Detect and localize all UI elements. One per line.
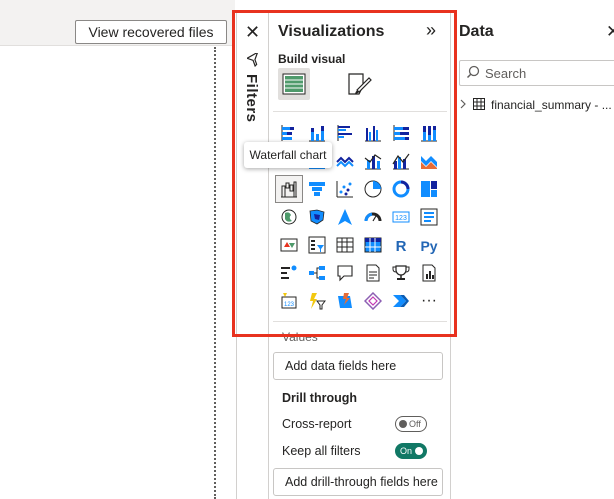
- line-and-stacked-column-chart-icon[interactable]: [360, 148, 386, 174]
- toggle-knob: [415, 447, 423, 455]
- data-search-input[interactable]: Search: [459, 60, 614, 86]
- collapse-pane-icon[interactable]: »: [426, 20, 436, 41]
- clustered-column-chart-icon[interactable]: [360, 120, 386, 146]
- cross-report-label: Cross-report: [282, 417, 352, 431]
- 100-stacked-column-chart-icon[interactable]: [416, 120, 442, 146]
- cross-report-toggle[interactable]: Off: [395, 416, 427, 432]
- more-visuals-icon[interactable]: ···: [416, 288, 442, 314]
- decomposition-tree-icon[interactable]: [304, 260, 330, 286]
- format-visual-button[interactable]: [345, 70, 373, 98]
- power-apps-icon[interactable]: [332, 288, 358, 314]
- filter-icon: [245, 50, 261, 70]
- chevron-right-icon[interactable]: [459, 98, 467, 113]
- map-icon[interactable]: [276, 204, 302, 230]
- slicer-icon[interactable]: [304, 232, 330, 258]
- view-recovered-files-button[interactable]: View recovered files: [75, 20, 227, 44]
- stacked-area-chart-icon[interactable]: [332, 148, 358, 174]
- smart-narrative-icon[interactable]: [360, 260, 386, 286]
- qna-icon[interactable]: [332, 260, 358, 286]
- treemap-icon[interactable]: [416, 176, 442, 202]
- key-influencers-icon[interactable]: [276, 260, 302, 286]
- card-icon[interactable]: 123: [388, 204, 414, 230]
- slicer-filter-icon[interactable]: [304, 288, 330, 314]
- values-drop-zone[interactable]: Add data fields here: [273, 352, 443, 380]
- data-pane: Data ✕ Search financial_summary - ...: [450, 10, 614, 499]
- diamond-visual-icon[interactable]: [360, 288, 386, 314]
- donut-chart-icon[interactable]: [388, 176, 414, 202]
- scatter-chart-icon[interactable]: [332, 176, 358, 202]
- gauge-icon[interactable]: [360, 204, 386, 230]
- svg-text:123: 123: [395, 215, 407, 222]
- funnel-chart-icon[interactable]: [304, 176, 330, 202]
- 100-stacked-bar-chart-icon[interactable]: [388, 120, 414, 146]
- toggle-state: On: [400, 446, 413, 456]
- toggle-knob: [399, 420, 407, 428]
- svg-text:R: R: [396, 238, 407, 254]
- keep-all-filters-label: Keep all filters: [282, 444, 361, 458]
- divider: [273, 111, 447, 112]
- waterfall-chart-icon[interactable]: [275, 175, 303, 203]
- matrix-icon[interactable]: [360, 232, 386, 258]
- search-icon: [466, 65, 480, 82]
- keep-all-filters-toggle[interactable]: On: [395, 443, 427, 459]
- toggle-state: Off: [409, 419, 421, 429]
- r-script-visual-icon[interactable]: R: [388, 232, 414, 258]
- build-visual-label: Build visual: [278, 52, 346, 66]
- svg-text:123: 123: [284, 302, 295, 308]
- line-and-clustered-column-chart-icon[interactable]: [388, 148, 414, 174]
- visualizations-title: Visualizations: [278, 23, 385, 40]
- filters-pane-collapsed[interactable]: ✕ Filters: [236, 10, 268, 499]
- ribbon-chart-icon[interactable]: [416, 148, 442, 174]
- svg-text:Py: Py: [420, 238, 437, 254]
- build-visual-button[interactable]: [278, 68, 310, 100]
- format-brush-icon: [348, 73, 372, 95]
- pie-chart-icon[interactable]: [360, 176, 386, 202]
- kpi-icon[interactable]: [276, 232, 302, 258]
- values-label: Values: [282, 330, 318, 344]
- power-automate-card-icon[interactable]: 123: [276, 288, 302, 314]
- goals-trophy-icon[interactable]: [388, 260, 414, 286]
- drill-through-drop-zone[interactable]: Add drill-through fields here: [273, 468, 443, 496]
- paginated-report-icon[interactable]: [416, 260, 442, 286]
- data-pane-title: Data: [459, 23, 494, 40]
- close-icon[interactable]: ✕: [606, 22, 614, 42]
- multi-row-card-icon[interactable]: [416, 204, 442, 230]
- table-tree-item[interactable]: financial_summary - ...: [459, 96, 614, 116]
- table-icon: [473, 98, 485, 113]
- clustered-bar-chart-icon[interactable]: [332, 120, 358, 146]
- filters-label[interactable]: Filters: [243, 74, 260, 123]
- close-icon[interactable]: ✕: [245, 22, 260, 43]
- table-icon[interactable]: [332, 232, 358, 258]
- python-visual-icon[interactable]: Py: [416, 232, 442, 258]
- table-grid-icon: [282, 73, 306, 95]
- waterfall-chart-tooltip: Waterfall chart: [244, 142, 332, 168]
- azure-map-icon[interactable]: [332, 204, 358, 230]
- filled-map-icon[interactable]: [304, 204, 330, 230]
- table-name: financial_summary - ...: [491, 98, 612, 112]
- power-automate-icon[interactable]: [388, 288, 414, 314]
- report-canvas-header: View recovered files: [0, 0, 235, 46]
- visualizations-pane: Visualizations » Build visual 123 R Py 1…: [268, 10, 450, 499]
- canvas-border: [214, 47, 216, 499]
- drill-through-title: Drill through: [282, 391, 357, 405]
- divider: [273, 321, 447, 322]
- search-placeholder: Search: [485, 66, 527, 81]
